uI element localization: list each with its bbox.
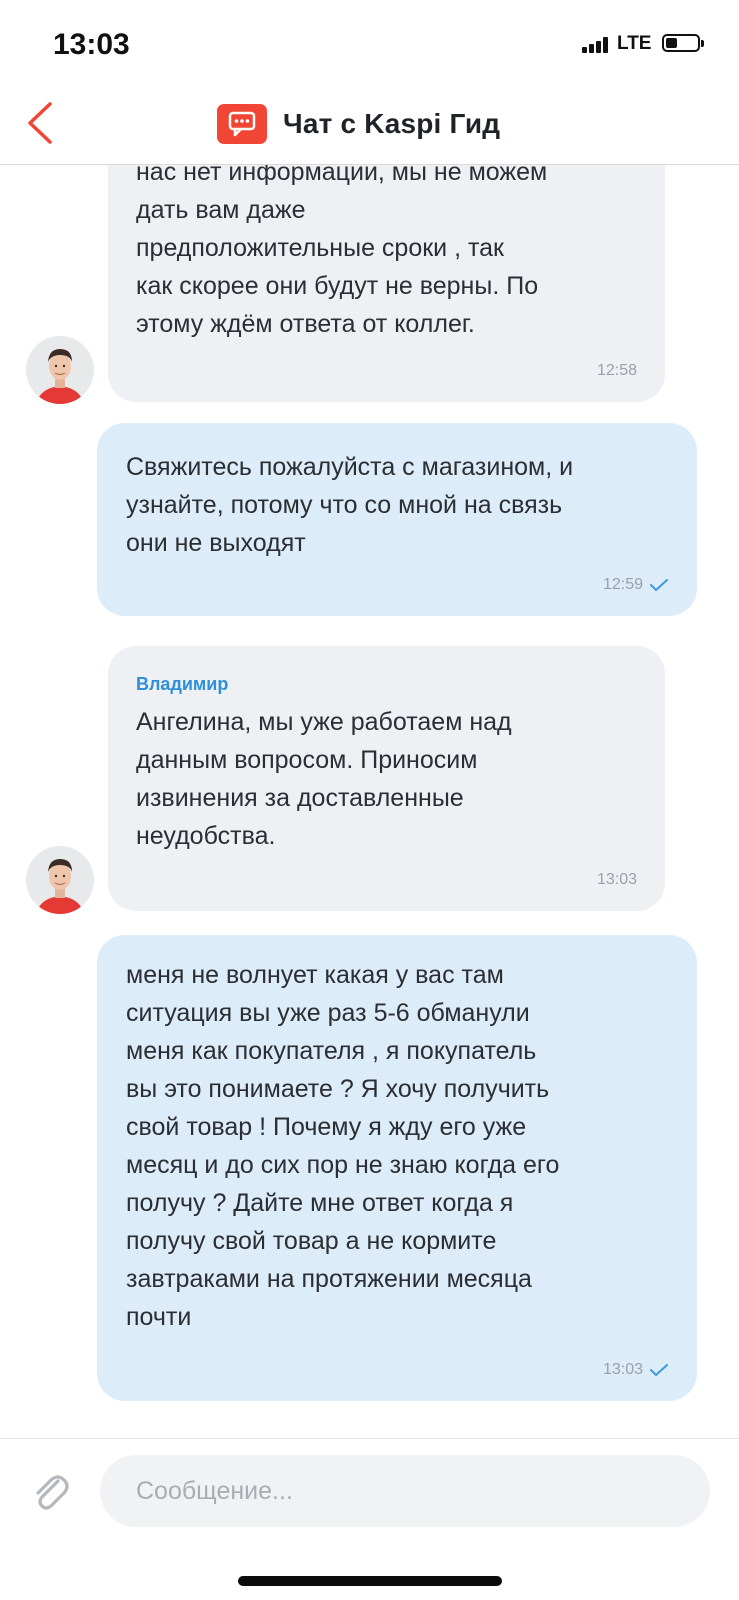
- network-type: LTE: [617, 33, 652, 54]
- check-icon: [650, 579, 668, 591]
- chat-header: Чат с Kaspi Гид: [0, 88, 739, 165]
- message-meta: 13:03: [603, 1361, 669, 1379]
- message-meta: 13:03: [597, 871, 637, 889]
- agent-avatar: [26, 336, 94, 404]
- agent-avatar: [26, 846, 94, 914]
- attach-button[interactable]: [28, 1469, 72, 1515]
- message-text: меня не волнует какая у вас там ситуация…: [126, 961, 560, 1331]
- message-text: нас нет информации, мы не можем дать вам…: [136, 165, 548, 338]
- outgoing-message-bubble: меня не волнует какая у вас там ситуация…: [97, 935, 697, 1401]
- message-input[interactable]: [100, 1455, 710, 1527]
- back-button[interactable]: [22, 98, 66, 148]
- check-icon: [650, 1364, 668, 1376]
- message-time: 12:59: [602, 576, 643, 593]
- status-bar: 13:03 LTE: [0, 0, 739, 88]
- battery-icon: [662, 34, 700, 52]
- incoming-message-bubble: нас нет информации, мы не можем дать вам…: [108, 165, 665, 402]
- outgoing-message-bubble: Свяжитесь пожалуйста с магазином, и узна…: [97, 423, 697, 616]
- home-indicator[interactable]: [238, 1576, 502, 1586]
- message-text: Свяжитесь пожалуйста с магазином, и узна…: [126, 453, 574, 557]
- chat-screen: 13:03 LTE Чат с Kaspi Гид нас нет информ…: [0, 0, 739, 1600]
- message-time: 13:03: [596, 871, 637, 888]
- chat-title: Чат с Kaspi Гид: [283, 108, 501, 139]
- sender-name: Владимир: [136, 674, 229, 694]
- chat-bubble-icon: [217, 104, 267, 144]
- message-meta: 12:58: [597, 362, 637, 380]
- chevron-left-icon: [28, 102, 52, 144]
- message-meta: 12:59: [603, 576, 669, 594]
- message-list[interactable]: нас нет информации, мы не можем дать вам…: [0, 165, 739, 1438]
- paperclip-icon: [36, 1475, 69, 1510]
- message-composer: [0, 1438, 739, 1546]
- status-time: 13:03: [53, 28, 130, 61]
- signal-strength-icon: [582, 37, 610, 53]
- message-time: 12:58: [596, 362, 637, 379]
- message-text: Ангелина, мы уже работаем над данным воп…: [136, 708, 512, 850]
- message-time: 13:03: [602, 1361, 643, 1378]
- chat-header-title-group: Чат с Kaspi Гид: [217, 104, 500, 144]
- battery-level: [666, 38, 677, 48]
- incoming-message-bubble: Владимир Ангелина, мы уже работаем над д…: [108, 646, 665, 911]
- battery-tip: [701, 40, 704, 47]
